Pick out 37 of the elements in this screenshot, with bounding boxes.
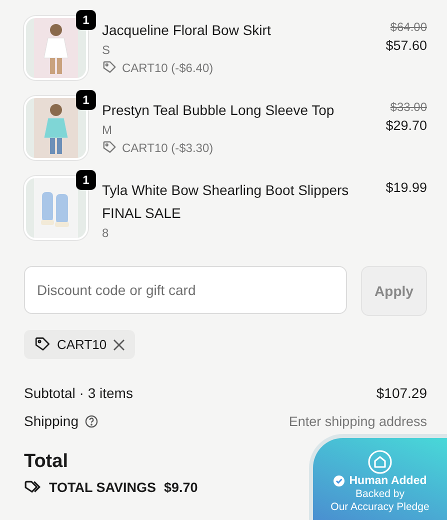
savings-label: TOTAL SAVINGS bbox=[49, 480, 156, 495]
badge-title: Human Added bbox=[349, 474, 427, 486]
savings-value: $9.70 bbox=[164, 480, 198, 495]
discount-code: CART10 bbox=[57, 337, 107, 352]
shipping-label: Shipping bbox=[24, 413, 78, 429]
tag-icon bbox=[34, 336, 51, 353]
badge-text: Backed by bbox=[355, 488, 405, 500]
sale-note: FINAL SALE bbox=[102, 204, 182, 223]
discount-label: CART10 (-$6.40) bbox=[122, 60, 214, 74]
help-icon[interactable] bbox=[84, 414, 98, 428]
tag-icon bbox=[102, 140, 117, 155]
subtotal-value: $107.29 bbox=[376, 385, 427, 401]
tag-icon bbox=[102, 60, 117, 75]
subtotal-label: Subtotal · 3 items bbox=[24, 385, 133, 401]
total-label: Total bbox=[24, 451, 68, 473]
original-price: $64.00 bbox=[390, 20, 427, 34]
house-icon bbox=[368, 450, 392, 474]
remove-button[interactable] bbox=[112, 338, 125, 350]
product-name: Jacqueline Floral Bow Skirt bbox=[102, 21, 272, 40]
pledge-badge[interactable]: Human Added Backed by Our Accuracy Pledge bbox=[309, 434, 447, 520]
original-price: $33.00 bbox=[390, 100, 427, 114]
product-price: $57.60 bbox=[386, 38, 427, 53]
product-variant: 8 bbox=[102, 226, 110, 240]
discount-field[interactable]: Discount code or gift card bbox=[24, 266, 347, 314]
product-variant: S bbox=[102, 43, 112, 57]
quantity-badge: 1 bbox=[76, 90, 96, 110]
product-name: Tyla White Bow Shearling Boot Slippers bbox=[102, 181, 350, 200]
product-variant: M bbox=[102, 123, 113, 137]
discount-label: CART10 (-$3.30) bbox=[122, 140, 214, 154]
quantity-badge: 1 bbox=[76, 10, 96, 30]
shipping-value: Enter shipping address bbox=[288, 414, 427, 428]
product-name: Prestyn Teal Bubble Long Sleeve Top bbox=[102, 101, 336, 120]
product-price: $19.99 bbox=[386, 180, 427, 195]
check-icon bbox=[333, 474, 346, 486]
badge-text: Our Accuracy Pledge bbox=[330, 500, 430, 512]
product-price: $29.70 bbox=[386, 118, 427, 133]
quantity-badge: 1 bbox=[76, 170, 96, 190]
